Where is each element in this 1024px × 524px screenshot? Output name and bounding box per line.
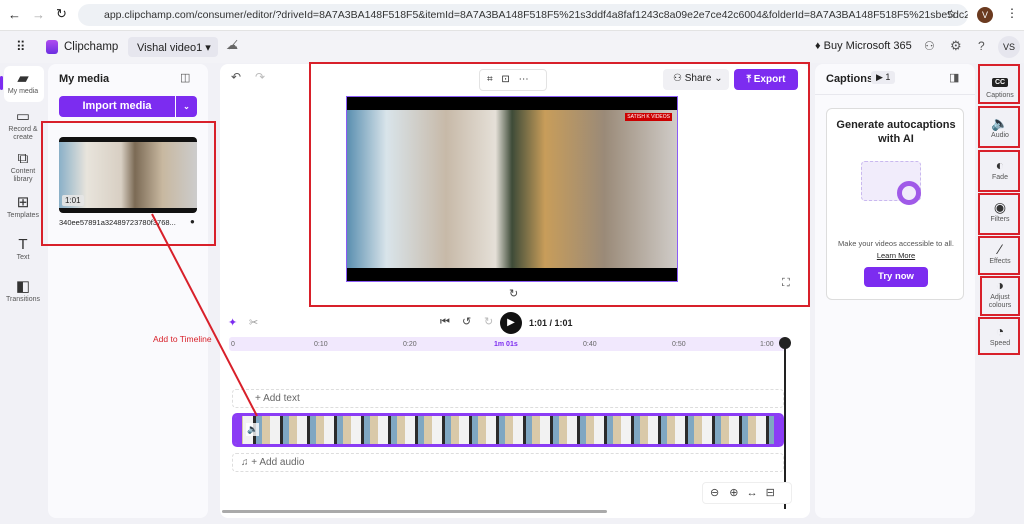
annotation-arrow <box>151 213 258 417</box>
annotation-label: Add to Timeline <box>153 334 212 344</box>
